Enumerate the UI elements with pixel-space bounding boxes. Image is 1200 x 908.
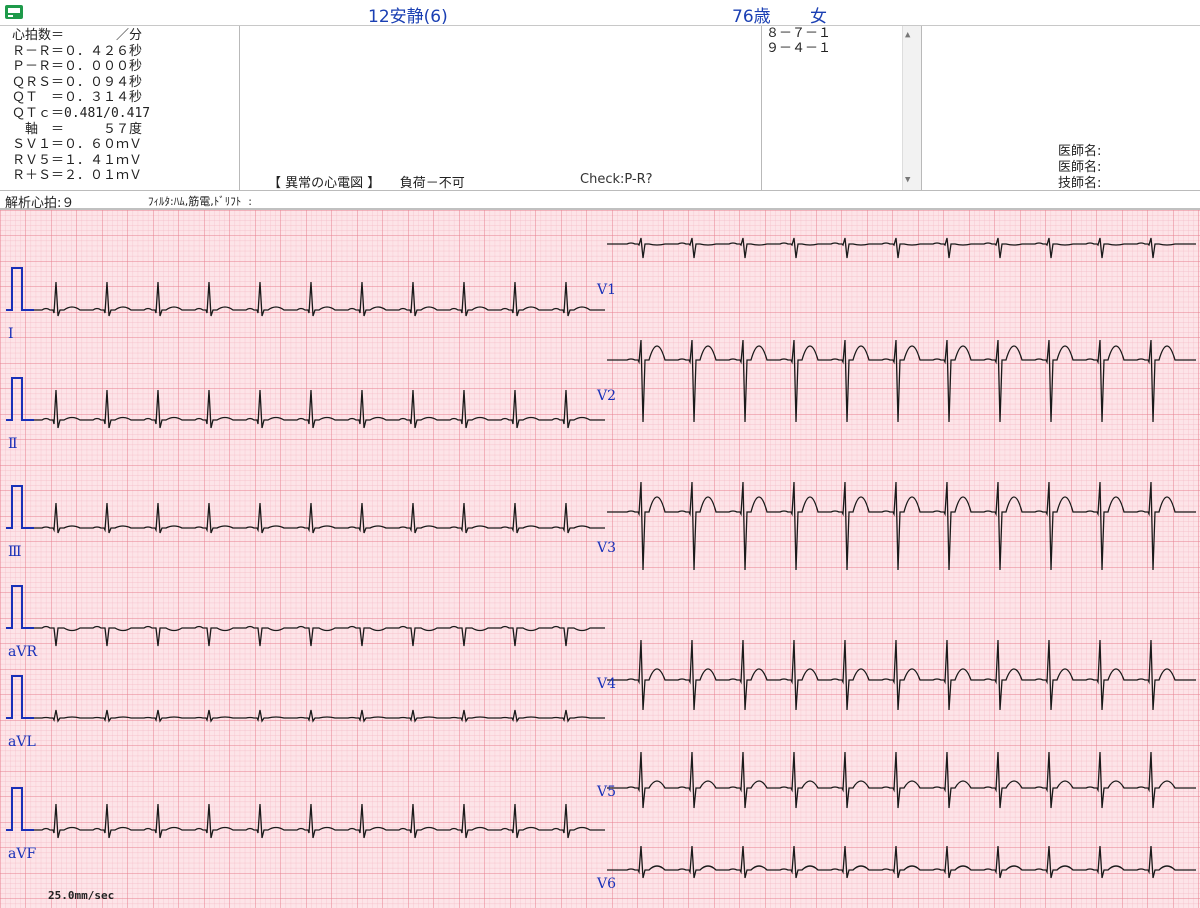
measurement-rs: Ｒ＋Ｓ＝２．０１ｍＶ bbox=[12, 168, 143, 184]
lead-label-ⅲ: Ⅲ bbox=[8, 544, 22, 560]
code-item: ８－７－１ bbox=[766, 26, 832, 41]
finding-line: 【 異常の心電図 】 負荷－不可 bbox=[268, 172, 465, 191]
measurement-qt: ＱＴ ＝０．３１４秒 bbox=[12, 90, 143, 106]
measurement-axis: 軸 ＝ ５７度 bbox=[12, 121, 143, 137]
measurement-qtc: ＱＴｃ＝0.481/0.417 bbox=[12, 105, 151, 121]
check-label: Check:P-R? bbox=[580, 172, 653, 187]
measurements-panel: 心拍数＝ ／分 Ｒ－Ｒ＝０．４２６秒 Ｐ－Ｒ＝０．０００秒 ＱＲＳ＝０．０９４秒… bbox=[0, 26, 240, 190]
measurement-sv1: ＳＶ１＝０．６０ｍＶ bbox=[12, 137, 143, 153]
signature-panel: 医師名: 医師名: 技師名: bbox=[922, 26, 1200, 191]
scroll-up-icon[interactable]: ▲ bbox=[905, 28, 910, 43]
info-panel: 心拍数＝ ／分 Ｒ－Ｒ＝０．４２６秒 Ｐ－Ｒ＝０．０００秒 ＱＲＳ＝０．０９４秒… bbox=[0, 26, 1200, 191]
finding-panel: 【 異常の心電図 】 負荷－不可 Check:P-R? bbox=[240, 26, 762, 191]
app-icon[interactable] bbox=[4, 3, 24, 21]
filter-settings: ﾌｨﾙﾀ:ﾊﾑ,筋電,ﾄﾞﾘﾌﾄ : bbox=[148, 195, 252, 208]
code-list[interactable]: ８－７－１ ９－４－１ ▲ ▼ bbox=[762, 26, 922, 190]
measurement-pr: Ｐ－Ｒ＝０．０００秒 bbox=[12, 59, 143, 75]
lead-label-v6: V6 bbox=[596, 876, 616, 892]
exam-type-title: 12安静(6) bbox=[368, 7, 448, 27]
lead-label-avf: aVF bbox=[8, 846, 36, 862]
lead-label-avl: aVL bbox=[8, 734, 36, 750]
scroll-down-icon[interactable]: ▼ bbox=[905, 173, 910, 188]
code-list-scrollbar[interactable]: ▲ ▼ bbox=[902, 26, 921, 190]
technician-name-label: 技師名: bbox=[1058, 176, 1102, 191]
patient-sex: 女 bbox=[810, 7, 827, 27]
stress-label: 負荷－不可 bbox=[399, 176, 465, 191]
measurement-qrs: ＱＲＳ＝０．０９４秒 bbox=[12, 74, 143, 90]
lead-label-v1: V1 bbox=[596, 282, 616, 298]
measurement-rr: Ｒ－Ｒ＝０．４２６秒 bbox=[12, 43, 143, 59]
code-item: ９－４－１ bbox=[766, 41, 832, 56]
ecg-chart: Ⅰ Ⅱ ⅢaVR aVL aVF V1 V2 V3 V4 V5 V6 25.0mm/sec bbox=[0, 210, 1200, 908]
lead-label-avr: aVR bbox=[8, 644, 37, 660]
measurement-rv5: ＲＶ５＝１．４１ｍＶ bbox=[12, 152, 143, 168]
patient-age: 76歳 bbox=[732, 7, 771, 27]
lead-label-v4: V4 bbox=[596, 676, 616, 692]
analysis-beats: 解析心拍:９ bbox=[5, 196, 75, 211]
lead-label-v5: V5 bbox=[596, 784, 616, 800]
lead-label-ⅱ: Ⅱ bbox=[8, 436, 18, 452]
lead-label-v2: V2 bbox=[596, 388, 616, 404]
lead-label-v3: V3 bbox=[596, 540, 616, 556]
measurement-heart-rate: 心拍数＝ ／分 bbox=[12, 28, 143, 43]
lead-label-ⅰ: Ⅰ bbox=[8, 326, 14, 342]
title-bar: 12安静(6) 76歳 女 bbox=[0, 0, 1200, 27]
analysis-bar: 解析心拍:９ ﾌｨﾙﾀ:ﾊﾑ,筋電,ﾄﾞﾘﾌﾄ : bbox=[0, 190, 1200, 211]
paper-speed-label: 25.0mm/sec bbox=[48, 889, 114, 902]
abnormal-ecg-label: 【 異常の心電図 】 bbox=[268, 176, 374, 191]
